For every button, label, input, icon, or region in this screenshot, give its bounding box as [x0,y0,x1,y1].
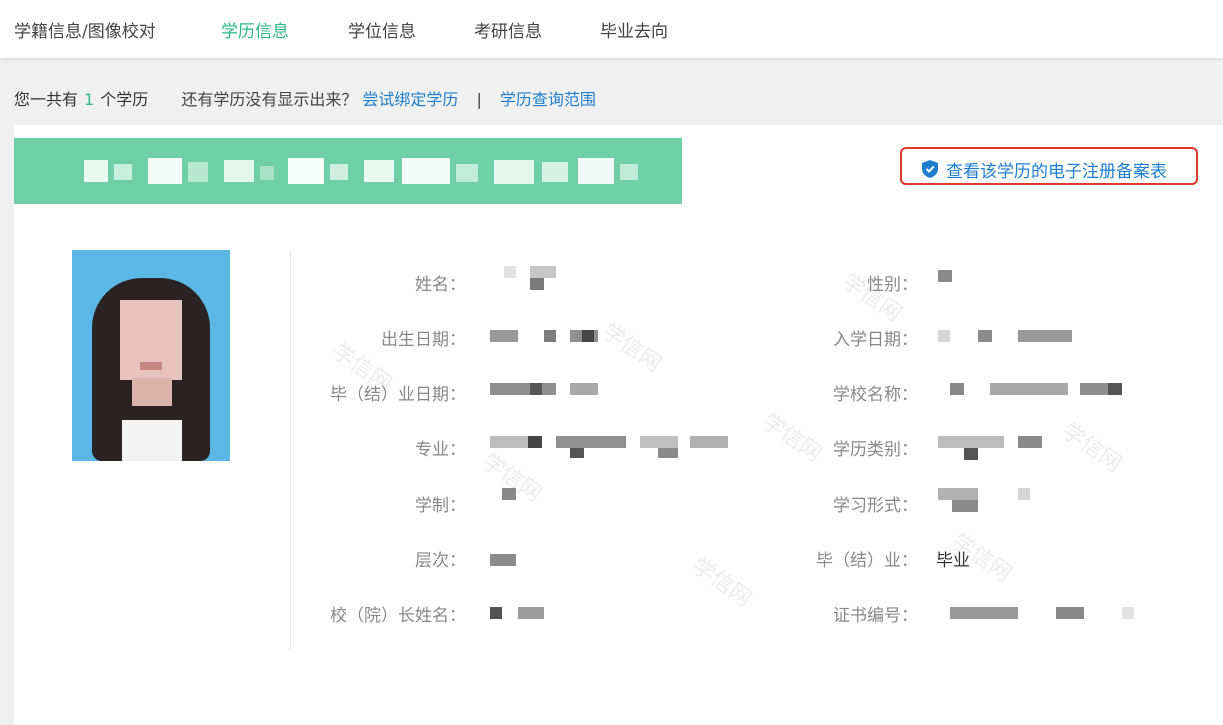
redacted-certificate-number [950,607,1140,619]
redacted-birth-date [490,330,620,342]
bind-education-link[interactable]: 尝试绑定学历 [362,90,458,109]
tab-enrollment-photo[interactable]: 学籍信息/图像校对 [14,17,156,42]
graduation-status-value: 毕业 [936,551,970,571]
tab-postgrad-exam[interactable]: 考研信息 [474,17,542,42]
birth-date-label: 出生日期： [381,330,466,350]
gender-label: 性别： [867,275,918,295]
redacted-school-name [950,383,1130,395]
registration-form-label: 查看该学历的电子注册备案表 [946,162,1167,182]
education-type-label: 学历类别： [833,440,918,460]
study-mode-label: 学习形式： [833,496,918,516]
redacted-name [504,266,564,290]
summary-suffix: 个学历 [100,90,149,109]
link-separator: | [476,90,482,109]
query-scope-link[interactable]: 学历查询范围 [500,90,596,109]
photo-shirt [122,420,182,461]
redacted-gender [938,270,958,282]
school-name-label: 学校名称： [833,385,918,405]
enrollment-date-label: 入学日期： [833,330,918,350]
certificate-number-label: 证书编号： [833,606,918,626]
major-label: 专业： [415,440,466,460]
divider [290,250,291,650]
redacted-level [490,554,520,566]
redacted-graduation-date [490,383,620,395]
tab-education[interactable]: 学历信息 [221,17,289,42]
redacted-study-mode [938,488,1038,512]
redacted-president-name [490,607,550,619]
duration-label: 学制： [415,496,466,516]
missing-question: 还有学历没有显示出来？ [181,90,358,109]
photo-lips [140,362,162,370]
name-label: 姓名： [415,275,466,295]
shield-check-icon [922,160,938,178]
level-label: 层次： [415,551,466,571]
graduation-date-label: 毕（结）业日期： [330,385,466,405]
redacted-enrollment-date [938,330,1078,342]
tab-degree[interactable]: 学位信息 [348,17,416,42]
redacted-education-type [938,436,1048,460]
graduation-status-label: 毕（结）业： [816,551,918,571]
redacted-title [84,156,644,186]
education-title-banner [14,138,682,204]
summary-prefix: 您一共有 [14,90,79,109]
education-count: 1 [84,90,95,109]
redacted-duration [502,488,518,500]
registration-form-link[interactable]: 查看该学历的电子注册备案表 [900,147,1198,185]
top-nav: 学籍信息/图像校对 学历信息 学位信息 考研信息 毕业去向 [0,0,1223,58]
student-photo [72,250,230,461]
tab-graduation-destination[interactable]: 毕业去向 [600,17,668,42]
president-name-label: 校（院）长姓名： [330,606,466,626]
education-summary: 您一共有 1 个学历 还有学历没有显示出来？ 尝试绑定学历 | 学历查询范围 [14,86,596,110]
photo-neck [132,378,172,406]
redacted-major [490,436,730,458]
